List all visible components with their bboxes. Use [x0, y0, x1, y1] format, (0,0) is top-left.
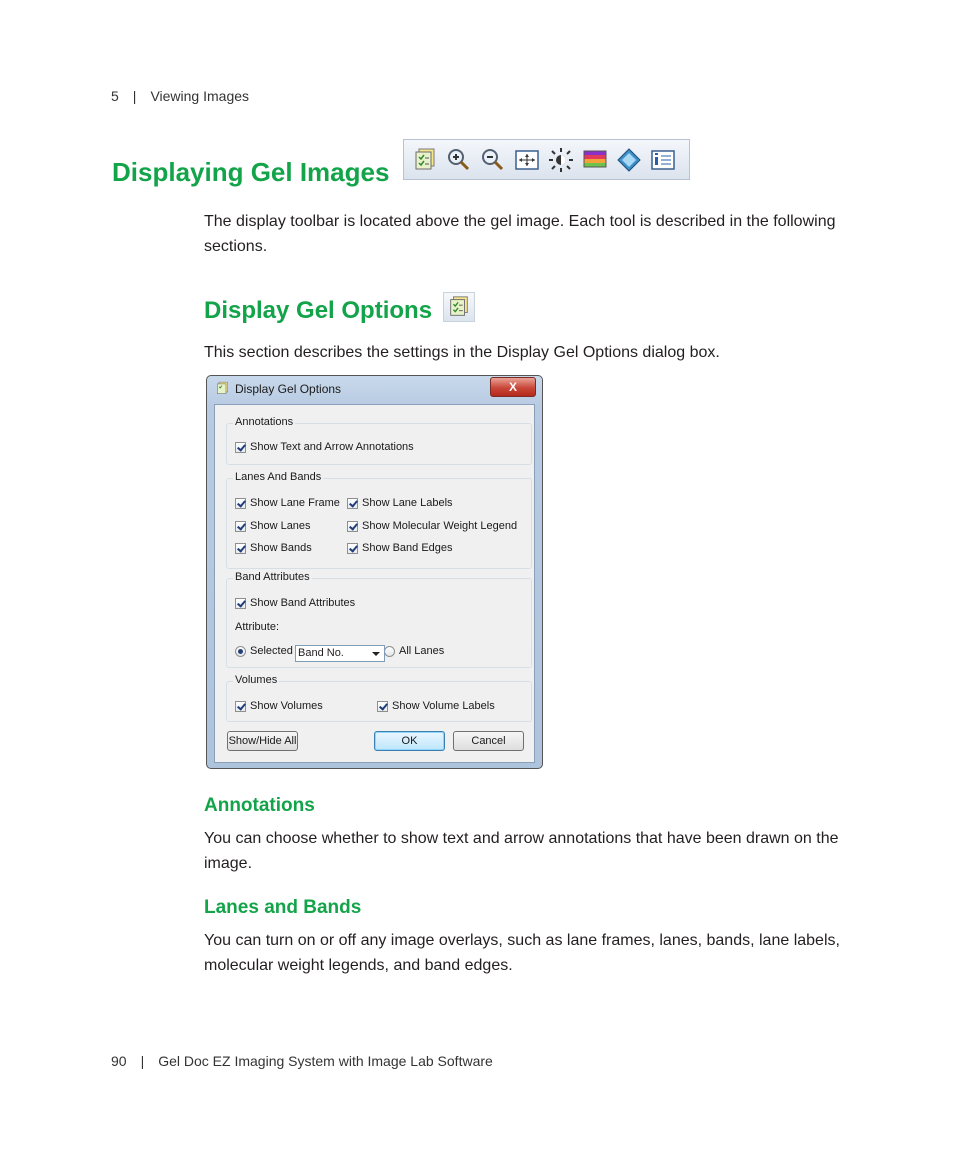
pen-annotation-icon[interactable]	[612, 145, 646, 175]
display-gel-options-dialog: Display Gel Options X Annotations Show T…	[206, 375, 543, 769]
annotations-heading: Annotations	[204, 795, 315, 816]
show-mw-legend-checkbox[interactable]: Show Molecular Weight Legend	[347, 520, 517, 532]
brightness-icon[interactable]	[544, 145, 578, 175]
show-hide-all-button[interactable]: Show/Hide All	[227, 731, 298, 751]
show-text-arrow-checkbox[interactable]: Show Text and Arrow Annotations	[235, 441, 414, 453]
annotations-group-label: Annotations	[233, 416, 296, 428]
dialog-body: Annotations Show Text and Arrow Annotati…	[214, 404, 535, 763]
ok-button[interactable]: OK	[374, 731, 445, 751]
show-lanes-checkbox[interactable]: Show Lanes	[235, 520, 311, 532]
close-button[interactable]: X	[490, 377, 536, 397]
attribute-label: Attribute:	[235, 621, 280, 633]
all-lanes-radio[interactable]: All Lanes	[384, 645, 444, 657]
running-header: 5 | Viewing Images	[111, 88, 250, 104]
lanes-bands-group-label: Lanes And Bands	[233, 471, 324, 483]
show-band-attributes-checkbox[interactable]: Show Band Attributes	[235, 597, 355, 609]
page-number: 90	[111, 1053, 127, 1069]
chapter-title: Viewing Images	[150, 88, 250, 104]
display-options-icon[interactable]	[408, 145, 442, 175]
lanes-bands-heading: Lanes and Bands	[204, 897, 362, 918]
lanes-bands-group: Lanes And Bands Show Lane Frame Show Lan…	[226, 471, 532, 569]
band-attributes-group-label: Band Attributes	[233, 571, 312, 583]
zoom-in-icon[interactable]	[442, 145, 476, 175]
color-palette-icon[interactable]	[578, 145, 612, 175]
volumes-group-label: Volumes	[233, 674, 280, 686]
cancel-button[interactable]: Cancel	[453, 731, 524, 751]
zoom-out-icon[interactable]	[476, 145, 510, 175]
display-options-icon	[443, 292, 475, 322]
show-lane-frame-checkbox[interactable]: Show Lane Frame	[235, 497, 340, 509]
show-volume-labels-checkbox[interactable]: Show Volume Labels	[377, 700, 495, 712]
book-title: Gel Doc EZ Imaging System with Image Lab…	[158, 1053, 493, 1069]
display-options-icon	[217, 381, 228, 394]
lanes-bands-paragraph: You can turn on or off any image overlay…	[204, 932, 840, 974]
intro-paragraph: The display toolbar is located above the…	[204, 213, 836, 255]
page-title: Displaying Gel Images	[112, 157, 390, 187]
section-title: Display Gel Options	[204, 297, 433, 324]
section-intro: This section describes the settings in t…	[204, 344, 720, 361]
image-info-icon[interactable]	[646, 145, 680, 175]
attribute-select[interactable]: Band No.	[295, 645, 385, 662]
running-footer: 90 | Gel Doc EZ Imaging System with Image …	[111, 1053, 493, 1069]
show-bands-checkbox[interactable]: Show Bands	[235, 542, 312, 554]
display-toolbar	[403, 139, 690, 180]
annotations-paragraph: You can choose whether to show text and …	[204, 830, 839, 872]
chapter-number: 5	[111, 88, 119, 104]
show-volumes-checkbox[interactable]: Show Volumes	[235, 700, 323, 712]
show-lane-labels-checkbox[interactable]: Show Lane Labels	[347, 497, 453, 509]
dialog-titlebar: Display Gel Options	[215, 381, 341, 396]
dialog-title: Display Gel Options	[235, 381, 342, 396]
fit-window-icon[interactable]	[510, 145, 544, 175]
annotations-group: Annotations Show Text and Arrow Annotati…	[226, 416, 532, 465]
volumes-group: Volumes Show Volumes Show Volume Labels	[226, 674, 532, 722]
show-band-edges-checkbox[interactable]: Show Band Edges	[347, 542, 453, 554]
chevron-down-icon	[372, 652, 380, 656]
